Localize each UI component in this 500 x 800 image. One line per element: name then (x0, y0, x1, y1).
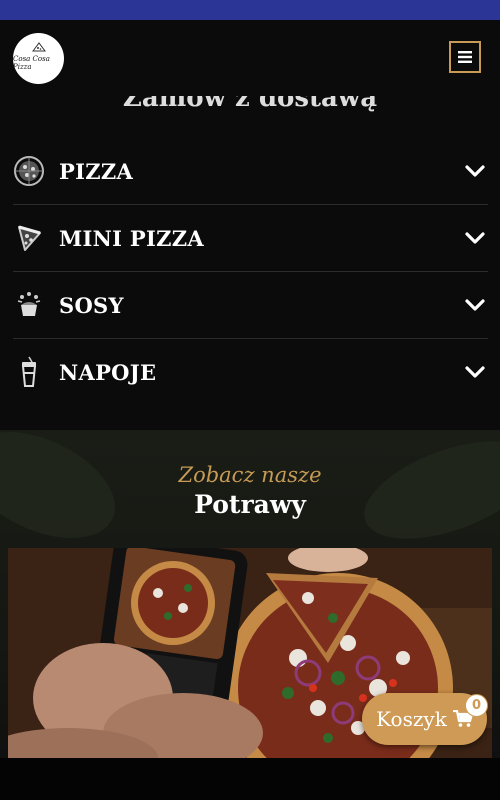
category-label: NAPOJE (59, 359, 157, 385)
site-header: Cosa Cosa Pizza (0, 20, 500, 96)
category-napoje[interactable]: NAPOJE (13, 339, 488, 405)
sauce-cup-icon (13, 289, 45, 321)
chevron-down-icon[interactable] (464, 361, 486, 383)
promo-eyebrow: Zobacz nasze (178, 463, 322, 487)
chevron-down-icon[interactable] (464, 227, 486, 249)
cart-count-badge: 0 (465, 694, 488, 717)
bottom-bar (0, 758, 500, 800)
pizza-logo-icon (32, 42, 46, 52)
promo-title: Potrawy (194, 490, 306, 519)
status-bar (0, 0, 500, 20)
chevron-down-icon[interactable] (464, 294, 486, 316)
pizza-slice-icon (13, 222, 45, 254)
drink-cup-icon (13, 356, 45, 388)
category-label: SOSY (59, 292, 124, 318)
cart-label: Koszyk (376, 707, 447, 731)
category-sosy[interactable]: SOSY (13, 272, 488, 339)
logo-text: Cosa Cosa Pizza (13, 54, 50, 71)
category-pizza[interactable]: PIZZA (13, 138, 488, 205)
menu-button[interactable] (449, 41, 481, 73)
category-mini-pizza[interactable]: MINI PIZZA (13, 205, 488, 272)
pizza-icon (13, 155, 45, 187)
logo[interactable]: Cosa Cosa Pizza (13, 33, 64, 84)
category-list: PIZZA MINI PIZZA SOSY NAPOJE (13, 138, 488, 405)
hamburger-icon (458, 51, 472, 63)
chevron-down-icon[interactable] (464, 160, 486, 182)
category-label: MINI PIZZA (59, 225, 204, 251)
category-label: PIZZA (59, 158, 134, 184)
